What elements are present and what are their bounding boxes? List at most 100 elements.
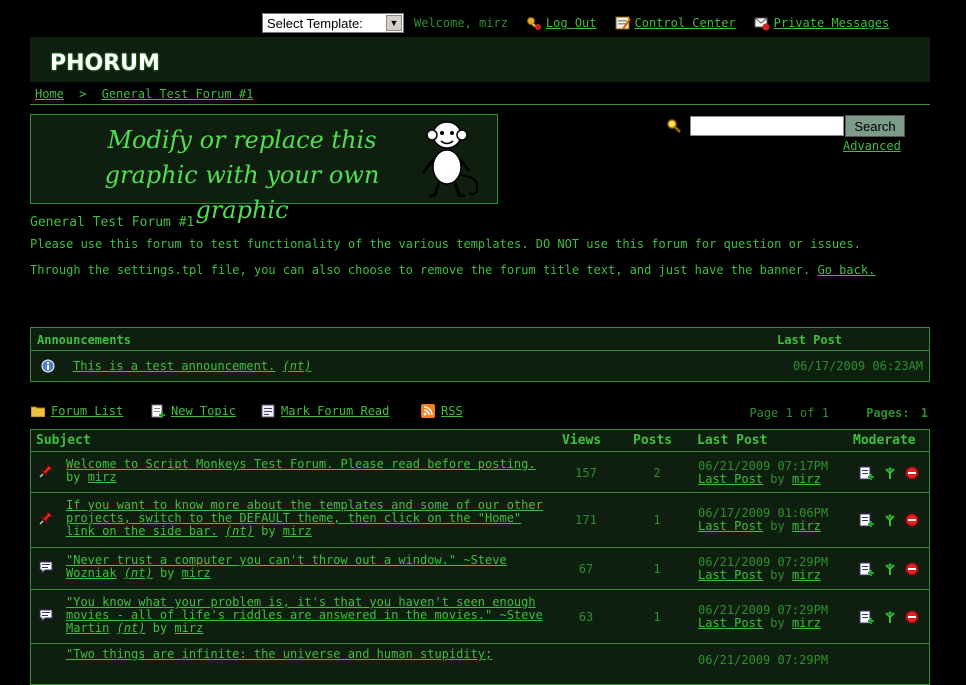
- control-center-label[interactable]: Control Center: [635, 16, 736, 30]
- pages-label: Pages:: [866, 406, 910, 420]
- no-text-tag[interactable]: (nt): [124, 566, 153, 580]
- last-post-link[interactable]: Last Post: [698, 519, 763, 533]
- edit-document-icon[interactable]: [859, 513, 875, 527]
- moderate-actions: [859, 562, 919, 576]
- site-header: PHORUM: [30, 37, 930, 82]
- control-center-link[interactable]: Control Center: [615, 15, 736, 31]
- split-icon[interactable]: [883, 466, 897, 480]
- thread-link[interactable]: Welcome to Script Monkeys Test Forum. Pl…: [66, 457, 536, 471]
- go-back-link[interactable]: Go back.: [818, 263, 876, 277]
- new-topic-link[interactable]: New Topic: [151, 404, 236, 418]
- private-messages-link[interactable]: Private Messages: [754, 15, 890, 31]
- monkey-icon: [421, 121, 479, 198]
- no-text-tag[interactable]: (nt): [117, 621, 146, 635]
- table-row: "You know what your problem is, it's tha…: [31, 590, 929, 644]
- divider: [30, 104, 930, 105]
- column-moderate: Moderate: [853, 433, 916, 448]
- new-topic-label[interactable]: New Topic: [171, 404, 236, 418]
- forum-list-link[interactable]: Forum List: [31, 404, 123, 418]
- by-label: by: [770, 616, 785, 630]
- forum-desc-text: Through the settings.tpl file, you can a…: [30, 263, 811, 277]
- author-link[interactable]: mirz: [88, 470, 117, 484]
- thread-posts: 1: [653, 513, 661, 527]
- moderate-actions: [859, 610, 919, 624]
- delete-icon[interactable]: [905, 562, 919, 576]
- table-row: "Never trust a computer you can't throw …: [31, 548, 929, 590]
- edit-document-icon[interactable]: [859, 562, 875, 576]
- rss-icon: [421, 404, 435, 418]
- last-author-link[interactable]: mirz: [792, 616, 821, 630]
- thread-views: 157: [575, 466, 597, 480]
- last-author-link[interactable]: mirz: [792, 472, 821, 486]
- mark-forum-read-link[interactable]: Mark Forum Read: [261, 404, 389, 418]
- rss-link[interactable]: RSS: [421, 404, 463, 418]
- by-label: by: [770, 472, 785, 486]
- thread-last-post: 06/21/2009 07:29PM Last Post by mirz: [698, 556, 828, 582]
- moderate-actions: [859, 466, 919, 480]
- folder-icon: [31, 406, 45, 417]
- author-link[interactable]: mirz: [174, 621, 203, 635]
- column-posts: Posts: [633, 433, 673, 448]
- logout-link[interactable]: Log Out: [526, 15, 597, 31]
- forum-list-label[interactable]: Forum List: [51, 404, 123, 418]
- template-select[interactable]: Select Template: ▼: [262, 13, 404, 33]
- current-page: 1: [920, 406, 928, 420]
- forum-description: Please use this forum to test functional…: [30, 238, 880, 290]
- thread-subject: If you want to know more about the templ…: [66, 499, 551, 538]
- last-author-link[interactable]: mirz: [792, 568, 821, 582]
- breadcrumb-home[interactable]: Home: [35, 87, 64, 101]
- thread-posts: 1: [653, 562, 661, 576]
- delete-icon[interactable]: [905, 610, 919, 624]
- by-label: by: [66, 470, 81, 484]
- last-post-link[interactable]: Last Post: [698, 616, 763, 630]
- private-messages-label[interactable]: Private Messages: [774, 16, 890, 30]
- breadcrumb: Home > General Test Forum #1: [35, 87, 253, 101]
- breadcrumb-forum[interactable]: General Test Forum #1: [102, 87, 254, 101]
- table-row: If you want to know more about the templ…: [31, 493, 929, 548]
- thread-subject: "You know what your problem is, it's tha…: [66, 596, 551, 635]
- thread-views: 67: [578, 562, 594, 576]
- comment-icon: [39, 609, 53, 622]
- chevron-down-icon[interactable]: ▼: [386, 15, 402, 31]
- banner-text: Modify or replace this graphic with your…: [57, 123, 427, 228]
- threads-header: Subject Views Posts Last Post Moderate: [31, 430, 929, 452]
- mark-forum-read-label[interactable]: Mark Forum Read: [281, 404, 389, 418]
- by-label: by: [770, 519, 785, 533]
- thread-posts: 1: [653, 610, 661, 624]
- template-select-value: Select Template:: [267, 15, 363, 31]
- edit-document-icon[interactable]: [859, 610, 875, 624]
- threads-table: Subject Views Posts Last Post Moderate W…: [30, 429, 930, 685]
- last-post-link[interactable]: Last Post: [698, 568, 763, 582]
- logout-label[interactable]: Log Out: [546, 16, 597, 30]
- split-icon[interactable]: [883, 513, 897, 527]
- author-link[interactable]: mirz: [283, 524, 312, 538]
- edit-document-icon[interactable]: [859, 466, 875, 480]
- thread-subject: "Two things are infinite: the universe a…: [66, 648, 551, 661]
- no-text-tag[interactable]: (nt): [283, 359, 312, 373]
- author-link[interactable]: mirz: [182, 566, 211, 580]
- last-post-date: 06/21/2009 07:29PM: [698, 653, 829, 667]
- announcement-date: 06/17/2009 06:23AM: [792, 359, 923, 373]
- phorum-logo[interactable]: PHORUM: [50, 51, 160, 76]
- thread-last-post: 06/17/2009 01:06PM Last Post by mirz: [698, 507, 828, 533]
- page-info: Page 1 of 1: [749, 406, 829, 420]
- table-row: "Two things are infinite: the universe a…: [31, 644, 929, 684]
- last-author-link[interactable]: mirz: [792, 519, 821, 533]
- by-label: by: [159, 566, 175, 580]
- advanced-search-link[interactable]: Advanced: [843, 139, 901, 153]
- thread-link[interactable]: "Two things are infinite: the universe a…: [66, 647, 492, 661]
- pin-icon: [39, 464, 53, 478]
- rss-label[interactable]: RSS: [441, 404, 463, 418]
- delete-icon[interactable]: [905, 466, 919, 480]
- search-button[interactable]: Search: [845, 115, 905, 137]
- no-text-tag[interactable]: (nt): [225, 524, 254, 538]
- search-input[interactable]: [690, 116, 844, 136]
- announcement-link[interactable]: This is a test announcement.: [73, 359, 275, 373]
- split-icon[interactable]: [883, 610, 897, 624]
- announcements-column-last-post: Last Post: [777, 333, 843, 347]
- announcements-column-title: Announcements: [37, 333, 131, 347]
- delete-icon[interactable]: [905, 513, 919, 527]
- last-post-link[interactable]: Last Post: [698, 472, 763, 486]
- welcome-text: Welcome, mirz: [414, 16, 508, 30]
- split-icon[interactable]: [883, 562, 897, 576]
